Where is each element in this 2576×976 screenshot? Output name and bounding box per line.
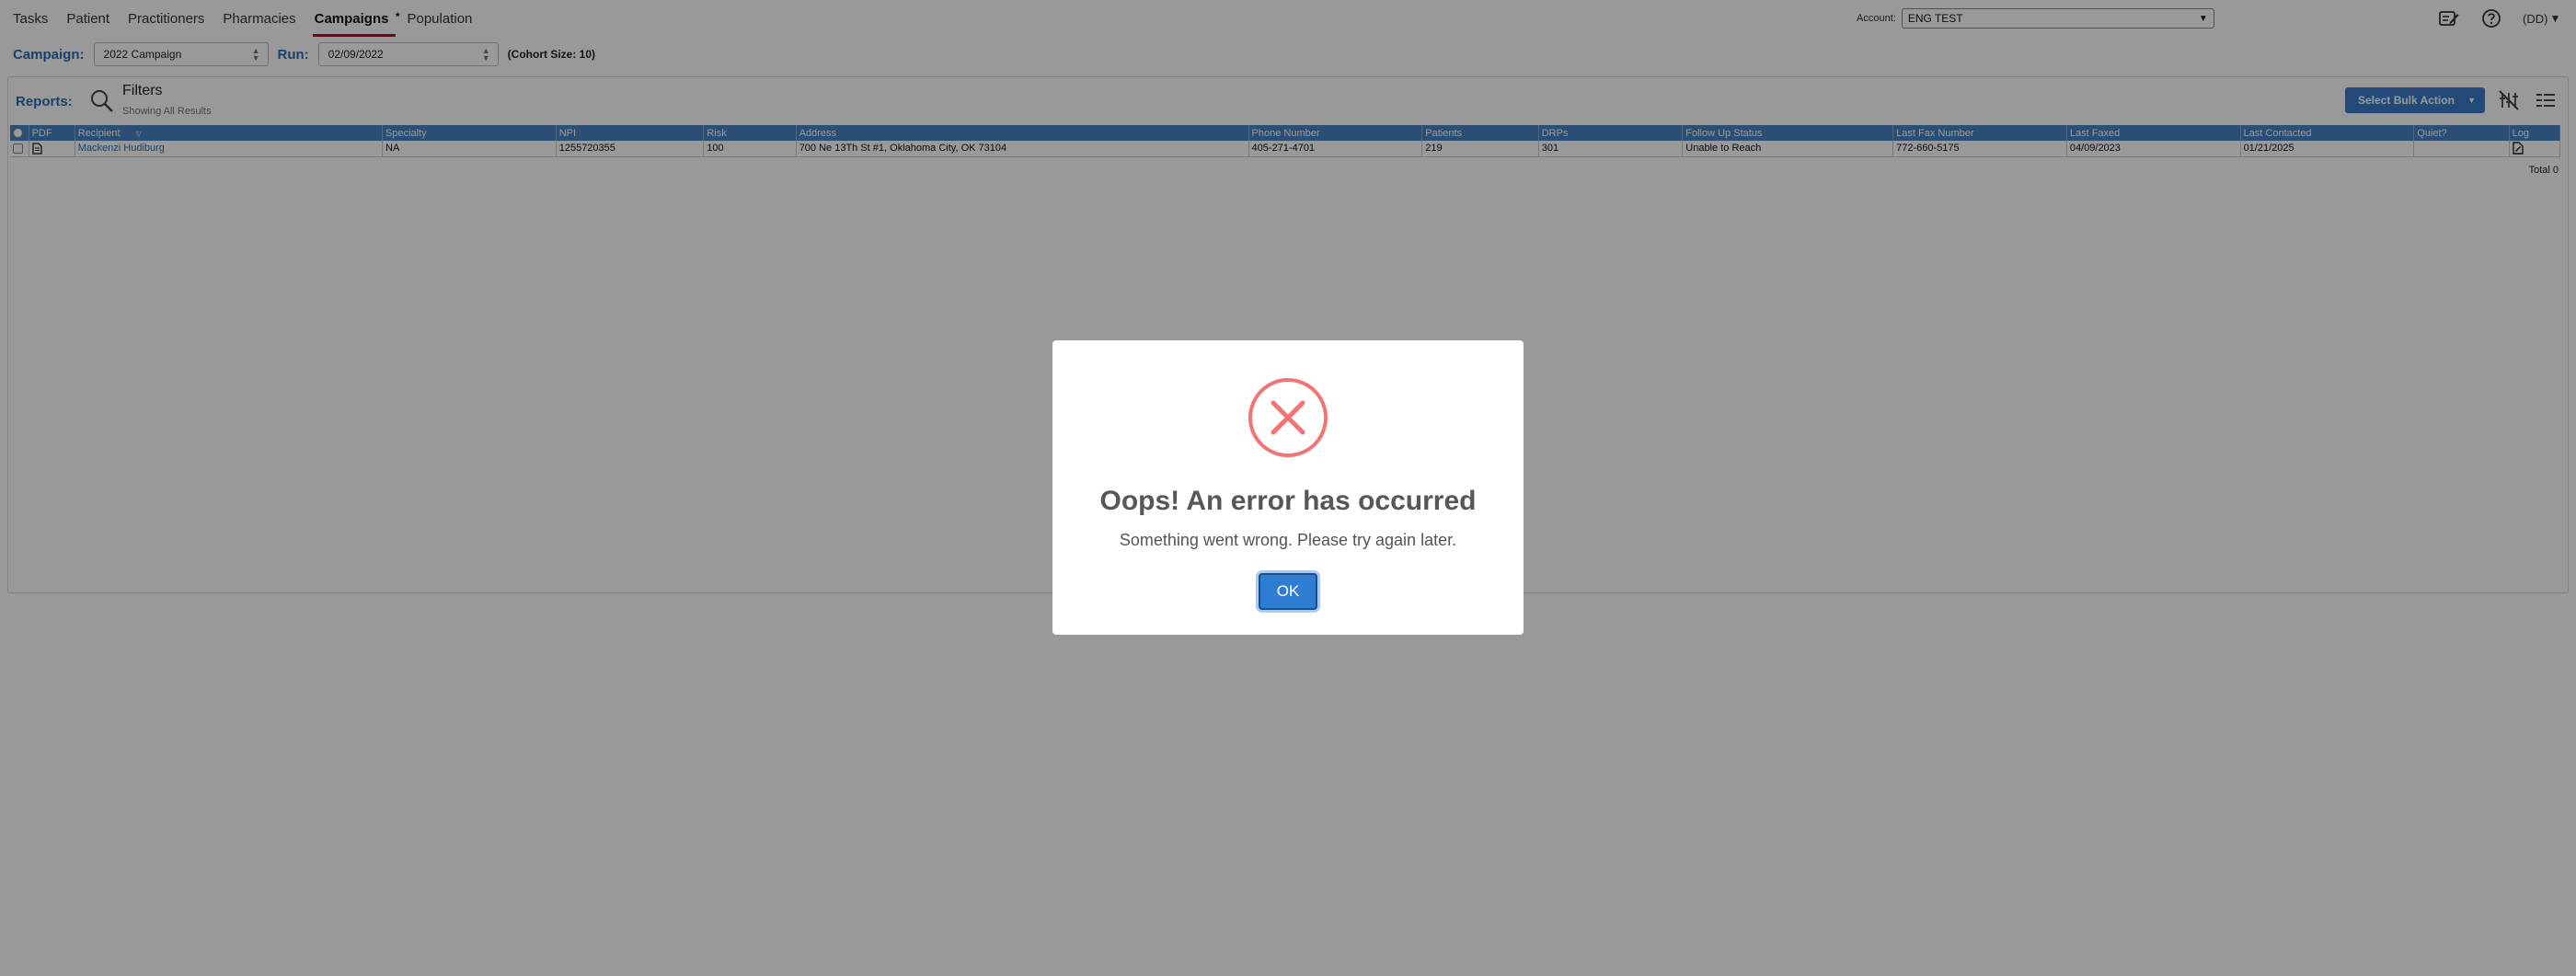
error-dialog: Oops! An error has occurred Something we… bbox=[1052, 340, 1524, 635]
ok-button[interactable]: OK bbox=[1259, 573, 1317, 610]
dialog-message: Something went wrong. Please try again l… bbox=[1119, 531, 1457, 549]
error-x-icon bbox=[1248, 377, 1328, 458]
dialog-title: Oops! An error has occurred bbox=[1099, 486, 1477, 516]
